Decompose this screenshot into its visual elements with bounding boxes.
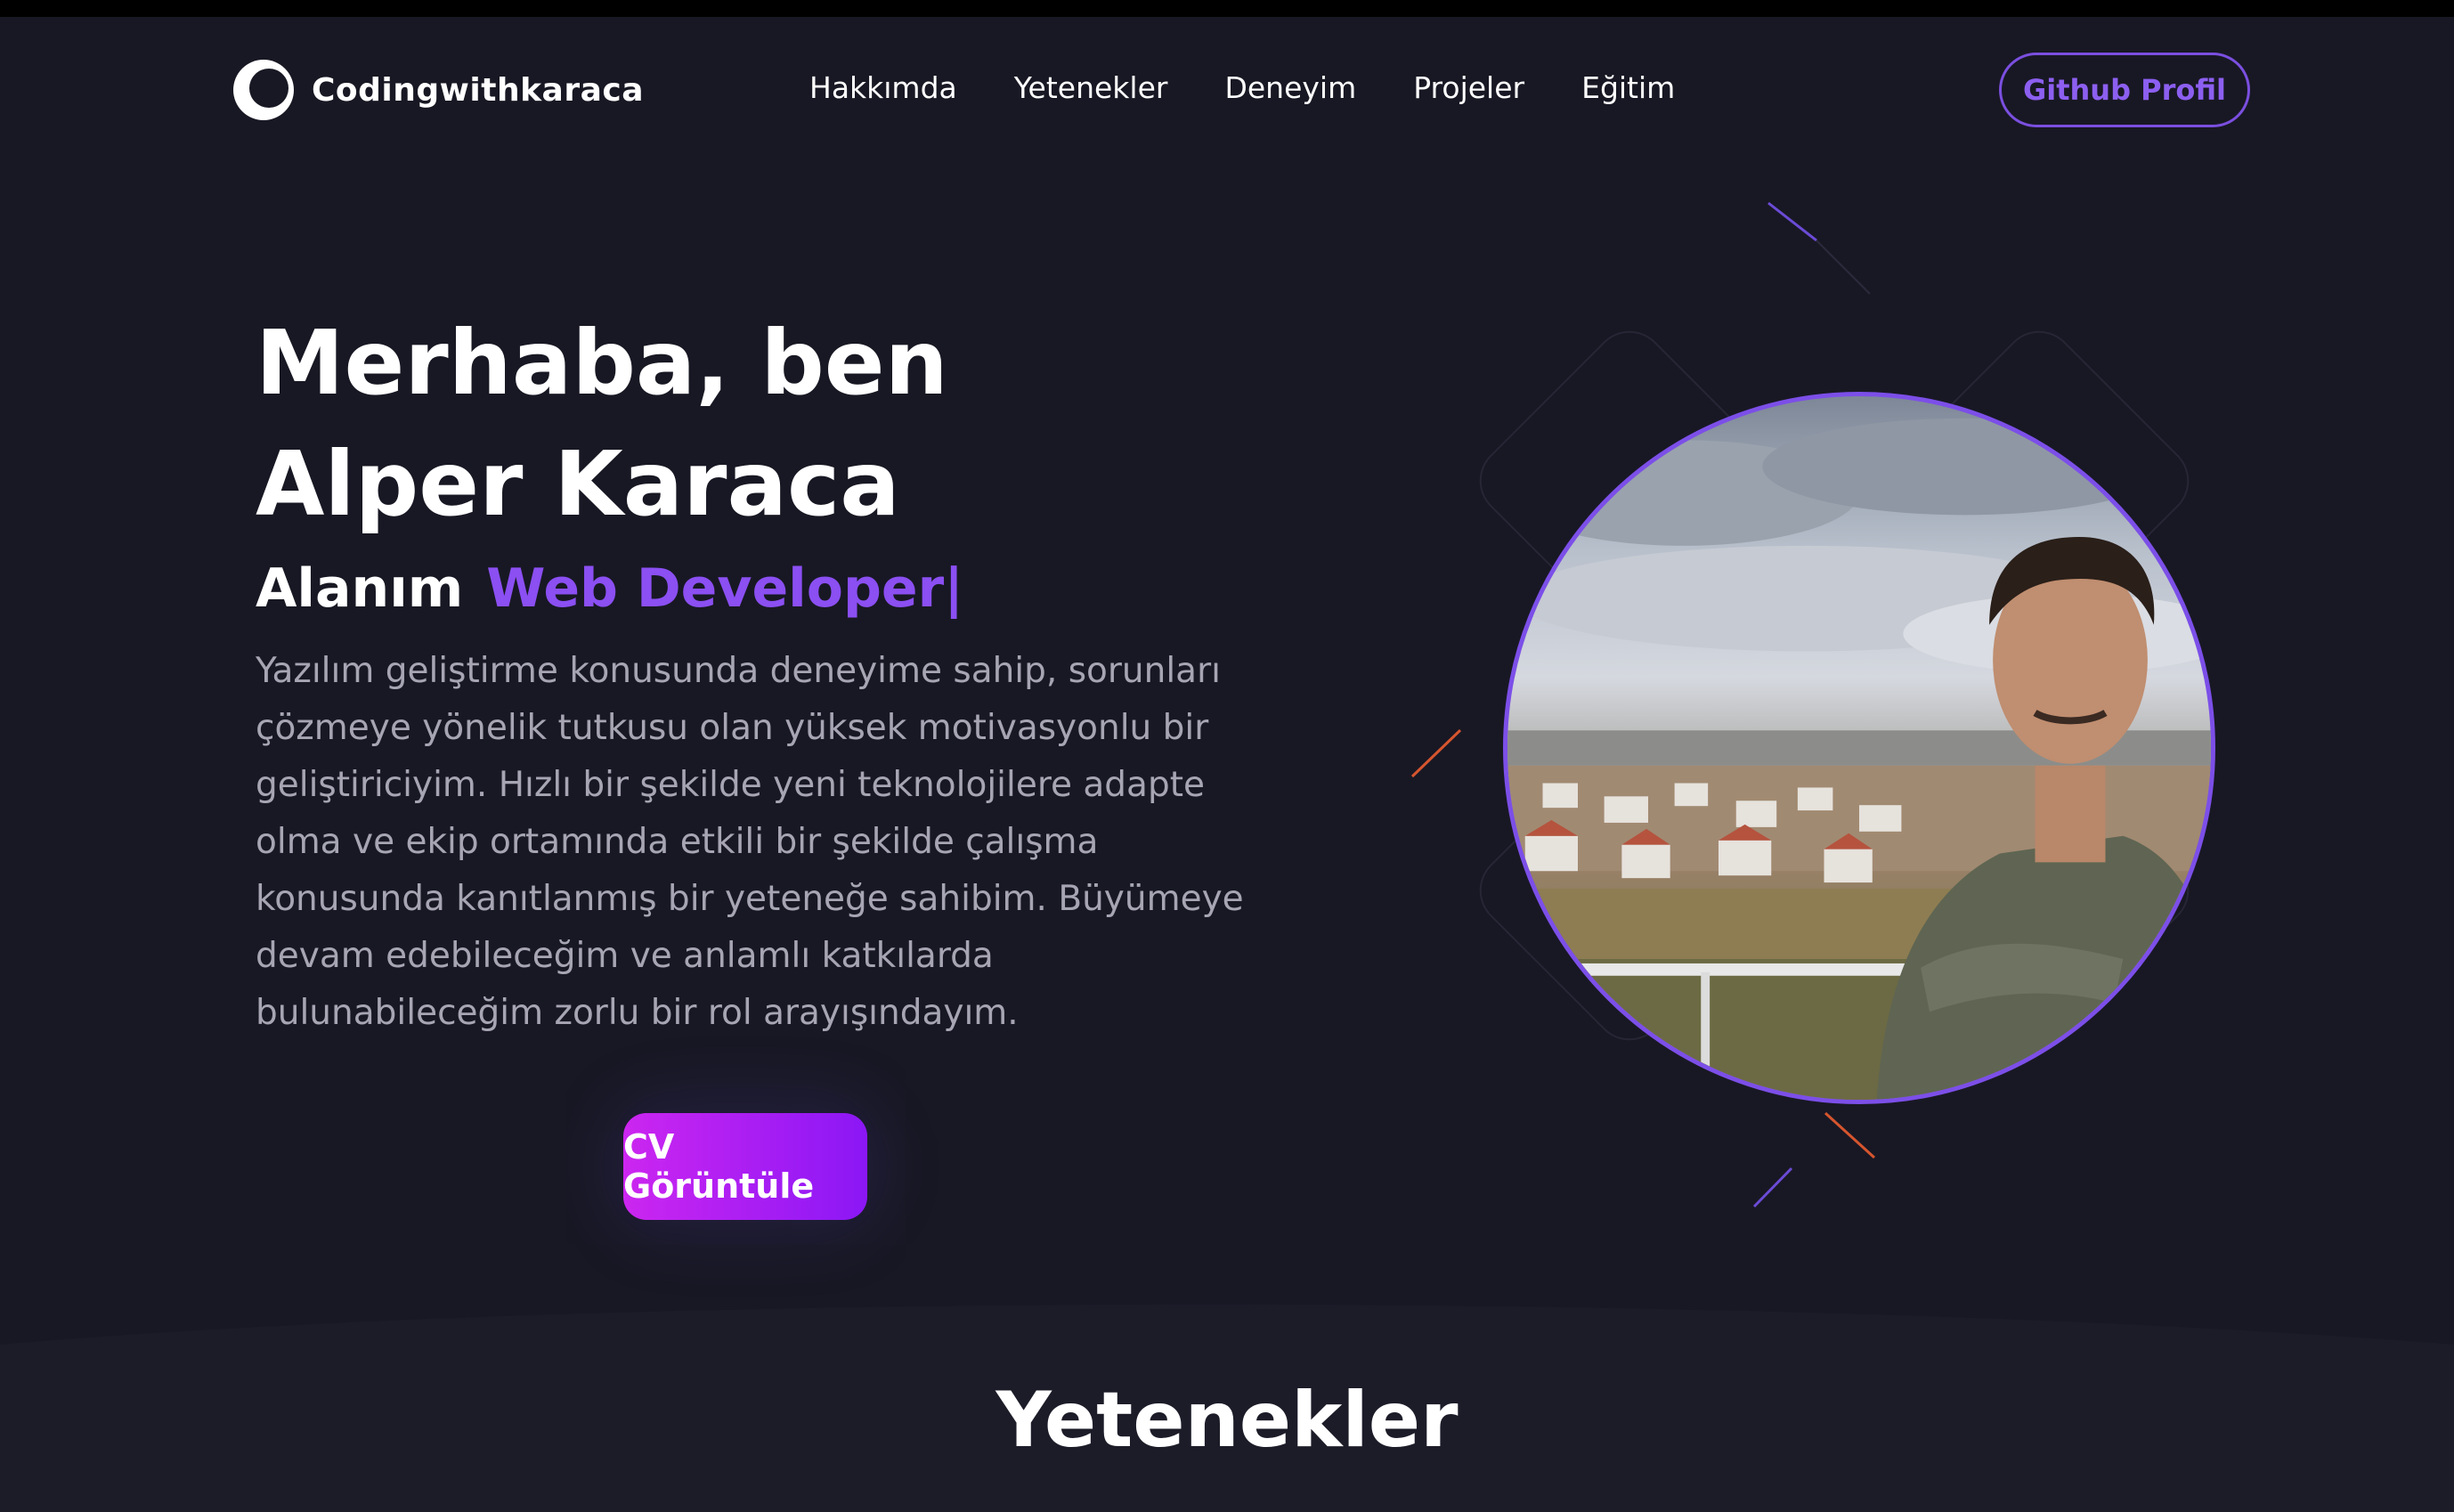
- navbar: Codingwithkaraca Hakkımda Yetenekler Den…: [0, 17, 2454, 159]
- main-menu: Hakkımda Yetenekler Deneyim Projeler Eği…: [809, 70, 1675, 105]
- nav-link-hakkimda[interactable]: Hakkımda: [809, 70, 957, 105]
- hero-title: Merhaba, ben Alper Karaca: [256, 303, 1324, 545]
- nav-link-projeler[interactable]: Projeler: [1413, 70, 1524, 105]
- role-typed-text: Web Developer|: [486, 557, 964, 620]
- nav-link-egitim[interactable]: Eğitim: [1581, 70, 1675, 105]
- hero-description: Yazılım geliştirme konusunda deneyime sa…: [256, 651, 1244, 1033]
- hero-section: Merhaba, ben Alper Karaca Alanım Web Dev…: [256, 303, 1324, 1042]
- hero-title-line2: Alper Karaca: [256, 432, 900, 536]
- profile-photo: [1503, 392, 2215, 1104]
- github-profile-button[interactable]: Github Profil: [1999, 53, 2250, 127]
- nav-link-deneyim[interactable]: Deneyim: [1224, 70, 1356, 105]
- role-prefix: Alanım: [256, 557, 464, 620]
- circle-logo-icon: [233, 60, 294, 120]
- brand-logo[interactable]: Codingwithkaraca: [233, 60, 644, 120]
- brand-name: Codingwithkaraca: [312, 71, 645, 109]
- nav-link-yetenekler[interactable]: Yetenekler: [1014, 70, 1168, 105]
- view-cv-button[interactable]: CV Görüntüle: [623, 1113, 867, 1220]
- skills-section-title: Yetenekler: [995, 1376, 1459, 1465]
- profile-photo-illustration: [1507, 418, 2211, 1100]
- top-edge-strip: [0, 0, 2454, 17]
- hero-title-line1: Merhaba, ben: [256, 311, 948, 415]
- role-line: Alanım Web Developer|: [256, 557, 1324, 620]
